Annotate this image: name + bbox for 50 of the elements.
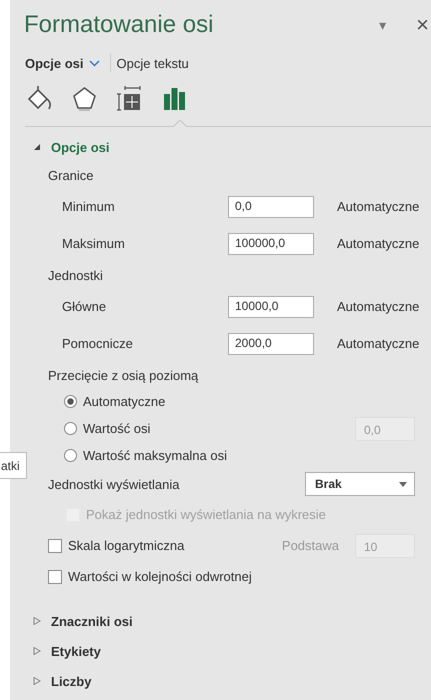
pentagon-icon (71, 84, 98, 112)
expand-icon[interactable] (33, 677, 41, 685)
radio-label: Automatyczne (83, 394, 166, 409)
section-header[interactable]: Etykiety (51, 644, 101, 658)
auto-label: Automatyczne (337, 336, 420, 351)
checkbox-label: Wartości w kolejności odwrotnej (68, 569, 252, 584)
expand-icon[interactable] (33, 617, 41, 625)
checkbox[interactable] (48, 538, 62, 552)
checkbox-label: Pokaż jednostki wyświetlania na wykresie (86, 507, 326, 522)
field-label: Podstawa (282, 538, 339, 553)
expand-icon[interactable] (33, 647, 41, 655)
checkbox-label: Skala logarytmiczna (68, 538, 184, 553)
section-header[interactable]: Opcje osi (51, 140, 110, 154)
collapse-icon[interactable] (33, 143, 41, 151)
number-field[interactable]: 10000,0 (228, 296, 314, 318)
size-properties-icon (116, 84, 143, 112)
group-heading: Przecięcie z osią poziomą (48, 368, 198, 382)
field-label: Jednostki wyświetlania (48, 476, 181, 492)
group-heading: Granice (48, 168, 94, 182)
auto-label: Automatyczne (337, 199, 420, 214)
close-button[interactable]: × (416, 12, 429, 38)
paint-bucket-icon (26, 84, 53, 112)
panel-title: Formatowanie osi (24, 11, 214, 39)
radio-label: Wartość maksymalna osi (83, 448, 228, 463)
section-header[interactable]: Liczby (51, 674, 92, 688)
radio-button[interactable] (64, 449, 77, 462)
number-field[interactable]: 100000,0 (228, 232, 314, 254)
radio-label: Wartość osi (83, 421, 152, 436)
section-header[interactable]: Znaczniki osi (51, 614, 133, 628)
group-heading: Jednostki (48, 268, 103, 282)
field-label: Główne (62, 299, 108, 314)
chevron-down-icon (88, 60, 100, 66)
value-field: 0,0 (355, 416, 415, 440)
field-label: Pomocnicze (62, 336, 134, 351)
field-label: Minimum (62, 199, 116, 214)
tab[interactable]: Opcje osi (25, 56, 106, 70)
field-label: Maksimum (62, 236, 126, 251)
units-dropdown[interactable]: Brak (305, 472, 415, 496)
auto-label: Automatyczne (337, 299, 420, 314)
checkbox[interactable] (48, 570, 62, 584)
auto-label: Automatyczne (337, 236, 420, 251)
number-field[interactable]: 0,0 (228, 196, 314, 218)
menu-button[interactable]: ▾ (379, 16, 386, 34)
base-field: 10 (355, 534, 415, 558)
radio-button[interactable] (64, 422, 77, 435)
tab[interactable]: Opcje tekstu (116, 56, 195, 70)
radio-button[interactable] (64, 395, 77, 408)
caret-icon (399, 482, 407, 486)
tooltip: atki (0, 452, 27, 479)
number-field[interactable]: 2000,0 (228, 332, 314, 354)
